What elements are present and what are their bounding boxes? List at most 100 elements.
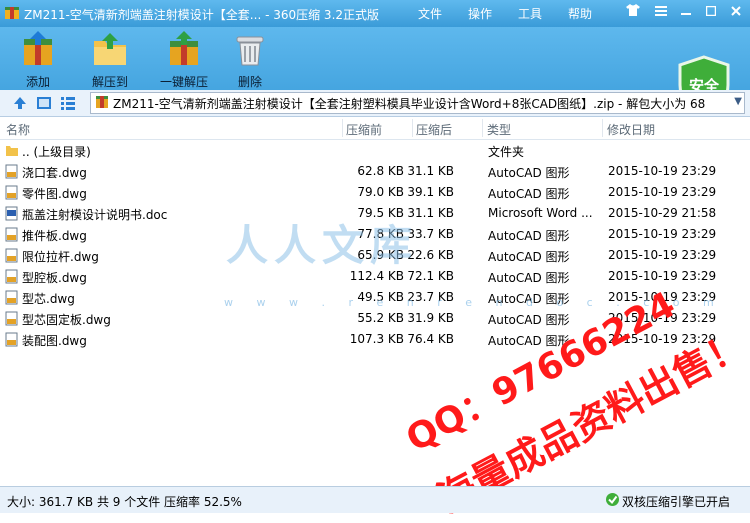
column-divider[interactable] [602, 119, 603, 137]
list-item[interactable]: 瓶盖注射模设计说明书.doc 79.5 KB 31.1 KB Microsoft… [0, 203, 750, 224]
file-modified: 2015-10-19 23:29 [608, 332, 717, 346]
file-size: 62.8 KB [357, 164, 404, 178]
delete-label: 删除 [237, 75, 262, 89]
dwg-file-icon [5, 248, 18, 263]
minimize-button[interactable] [675, 3, 697, 23]
column-divider[interactable] [412, 119, 413, 137]
file-modified: 2015-10-19 23:29 [608, 269, 717, 283]
list-item[interactable]: 型芯.dwg 49.5 KB 23.7 KB AutoCAD 图形 2015-1… [0, 287, 750, 308]
menu-help[interactable]: 帮助 [568, 5, 592, 22]
file-type: AutoCAD 图形 [488, 250, 570, 264]
address-dropdown-icon[interactable]: ▼ [734, 96, 742, 107]
file-type: 文件夹 [488, 145, 525, 159]
file-name: 型芯固定板.dwg [22, 313, 111, 327]
title-bar: ZM211-空气清新剂端盖注射模设计【全套... - 360压缩 3.2正式版 … [0, 0, 750, 27]
address-path-field[interactable]: ZM211-空气清新剂端盖注射模设计【全套注射塑料模具毕业设计含Word+8张C… [90, 92, 745, 114]
one-click-extract-button[interactable]: 一键解压 [150, 31, 218, 89]
add-label: 添加 [25, 75, 50, 89]
add-button[interactable]: 添加 [8, 31, 68, 89]
file-size: 49.5 KB [357, 290, 404, 304]
view-large-icon[interactable] [36, 95, 52, 111]
column-divider[interactable] [342, 119, 343, 137]
file-size: 79.5 KB [357, 206, 404, 220]
file-type: AutoCAD 图形 [488, 292, 570, 306]
column-size[interactable]: 压缩前 [346, 121, 382, 138]
file-packed-size: 31.1 KB [407, 164, 454, 178]
menu-operation[interactable]: 操作 [468, 5, 492, 22]
view-list-icon[interactable] [60, 95, 76, 111]
file-name: 限位拉杆.dwg [22, 250, 99, 264]
file-size: 77.8 KB [357, 227, 404, 241]
one-click-extract-label: 一键解压 [159, 75, 208, 89]
dual-core-engine-icon [606, 493, 619, 506]
file-size: 65.9 KB [357, 248, 404, 262]
engine-status[interactable]: 双核压缩引擎已开启 [622, 493, 730, 510]
list-item[interactable]: 装配图.dwg 107.3 KB 76.4 KB AutoCAD 图形 2015… [0, 329, 750, 350]
list-item[interactable]: 推件板.dwg 77.8 KB 33.7 KB AutoCAD 图形 2015-… [0, 224, 750, 245]
toolbar: 添加 解压到 一键解压 删除 安全 [0, 27, 750, 117]
column-modified[interactable]: 修改日期 [607, 121, 655, 138]
file-modified: 2015-10-19 23:29 [608, 311, 717, 325]
extract-to-icon [94, 33, 126, 65]
zip-file-icon [96, 96, 108, 108]
list-item[interactable]: 型腔板.dwg 112.4 KB 72.1 KB AutoCAD 图形 2015… [0, 266, 750, 287]
skin-shirt-icon[interactable] [622, 3, 644, 23]
status-summary: 大小: 361.7 KB 共 9 个文件 压缩率 52.5% [7, 495, 242, 509]
file-list-header: 名称 压缩前 压缩后 类型 修改日期 [0, 117, 750, 140]
file-name: .. (上级目录) [22, 145, 91, 159]
dwg-file-icon [5, 269, 18, 284]
list-item[interactable]: 浇口套.dwg 62.8 KB 31.1 KB AutoCAD 图形 2015-… [0, 161, 750, 182]
list-item[interactable]: 零件图.dwg 79.0 KB 39.1 KB AutoCAD 图形 2015-… [0, 182, 750, 203]
file-name: 型腔板.dwg [22, 271, 87, 285]
file-modified: 2015-10-29 21:58 [608, 206, 717, 220]
list-item[interactable]: 型芯固定板.dwg 55.2 KB 31.9 KB AutoCAD 图形 201… [0, 308, 750, 329]
file-packed-size: 33.7 KB [407, 227, 454, 241]
list-item-parent[interactable]: .. (上级目录) 文件夹 [0, 140, 750, 161]
file-type: Microsoft Word ... [488, 206, 593, 220]
column-type[interactable]: 类型 [487, 121, 511, 138]
file-name: 浇口套.dwg [22, 166, 87, 180]
file-modified: 2015-10-19 23:29 [608, 290, 717, 304]
file-name: 型芯.dwg [22, 292, 75, 306]
dwg-file-icon [5, 164, 18, 179]
doc-file-icon [5, 206, 18, 221]
file-size: 107.3 KB [349, 332, 404, 346]
file-packed-size: 23.7 KB [407, 290, 454, 304]
maximize-button[interactable] [700, 3, 722, 23]
dwg-file-icon [5, 290, 18, 305]
extract-to-button[interactable]: 解压到 [80, 31, 140, 89]
file-type: AutoCAD 图形 [488, 166, 570, 180]
file-modified: 2015-10-19 23:29 [608, 185, 717, 199]
menu-file[interactable]: 文件 [418, 5, 442, 22]
menu-tools[interactable]: 工具 [518, 5, 542, 22]
file-type: AutoCAD 图形 [488, 187, 570, 201]
file-name: 装配图.dwg [22, 334, 87, 348]
file-name: 推件板.dwg [22, 229, 87, 243]
dwg-file-icon [5, 185, 18, 200]
close-button[interactable] [725, 3, 747, 23]
file-packed-size: 22.6 KB [407, 248, 454, 262]
dwg-file-icon [5, 227, 18, 242]
delete-button[interactable]: 删除 [220, 31, 280, 89]
file-type: AutoCAD 图形 [488, 334, 570, 348]
archive-app-icon [5, 7, 19, 19]
dwg-file-icon [5, 311, 18, 326]
file-size: 55.2 KB [357, 311, 404, 325]
file-packed-size: 31.9 KB [407, 311, 454, 325]
file-modified: 2015-10-19 23:29 [608, 248, 717, 262]
file-name: 瓶盖注射模设计说明书.doc [22, 208, 168, 222]
column-name[interactable]: 名称 [6, 121, 30, 138]
column-divider[interactable] [482, 119, 483, 137]
file-type: AutoCAD 图形 [488, 313, 570, 327]
file-modified: 2015-10-19 23:29 [608, 164, 717, 178]
status-bar: 大小: 361.7 KB 共 9 个文件 压缩率 52.5% 双核压缩引擎已开启 [0, 486, 750, 513]
address-bar: ZM211-空气清新剂端盖注射模设计【全套注射塑料模具毕业设计含Word+8张C… [0, 90, 750, 117]
address-path-text: ZM211-空气清新剂端盖注射模设计【全套注射塑料模具毕业设计含Word+8张C… [113, 97, 706, 111]
file-name: 零件图.dwg [22, 187, 87, 201]
main-menu-icon[interactable] [650, 3, 672, 23]
extract-to-label: 解压到 [91, 75, 128, 89]
column-packed[interactable]: 压缩后 [416, 121, 452, 138]
file-packed-size: 72.1 KB [407, 269, 454, 283]
up-arrow-icon[interactable] [12, 95, 28, 111]
list-item[interactable]: 限位拉杆.dwg 65.9 KB 22.6 KB AutoCAD 图形 2015… [0, 245, 750, 266]
